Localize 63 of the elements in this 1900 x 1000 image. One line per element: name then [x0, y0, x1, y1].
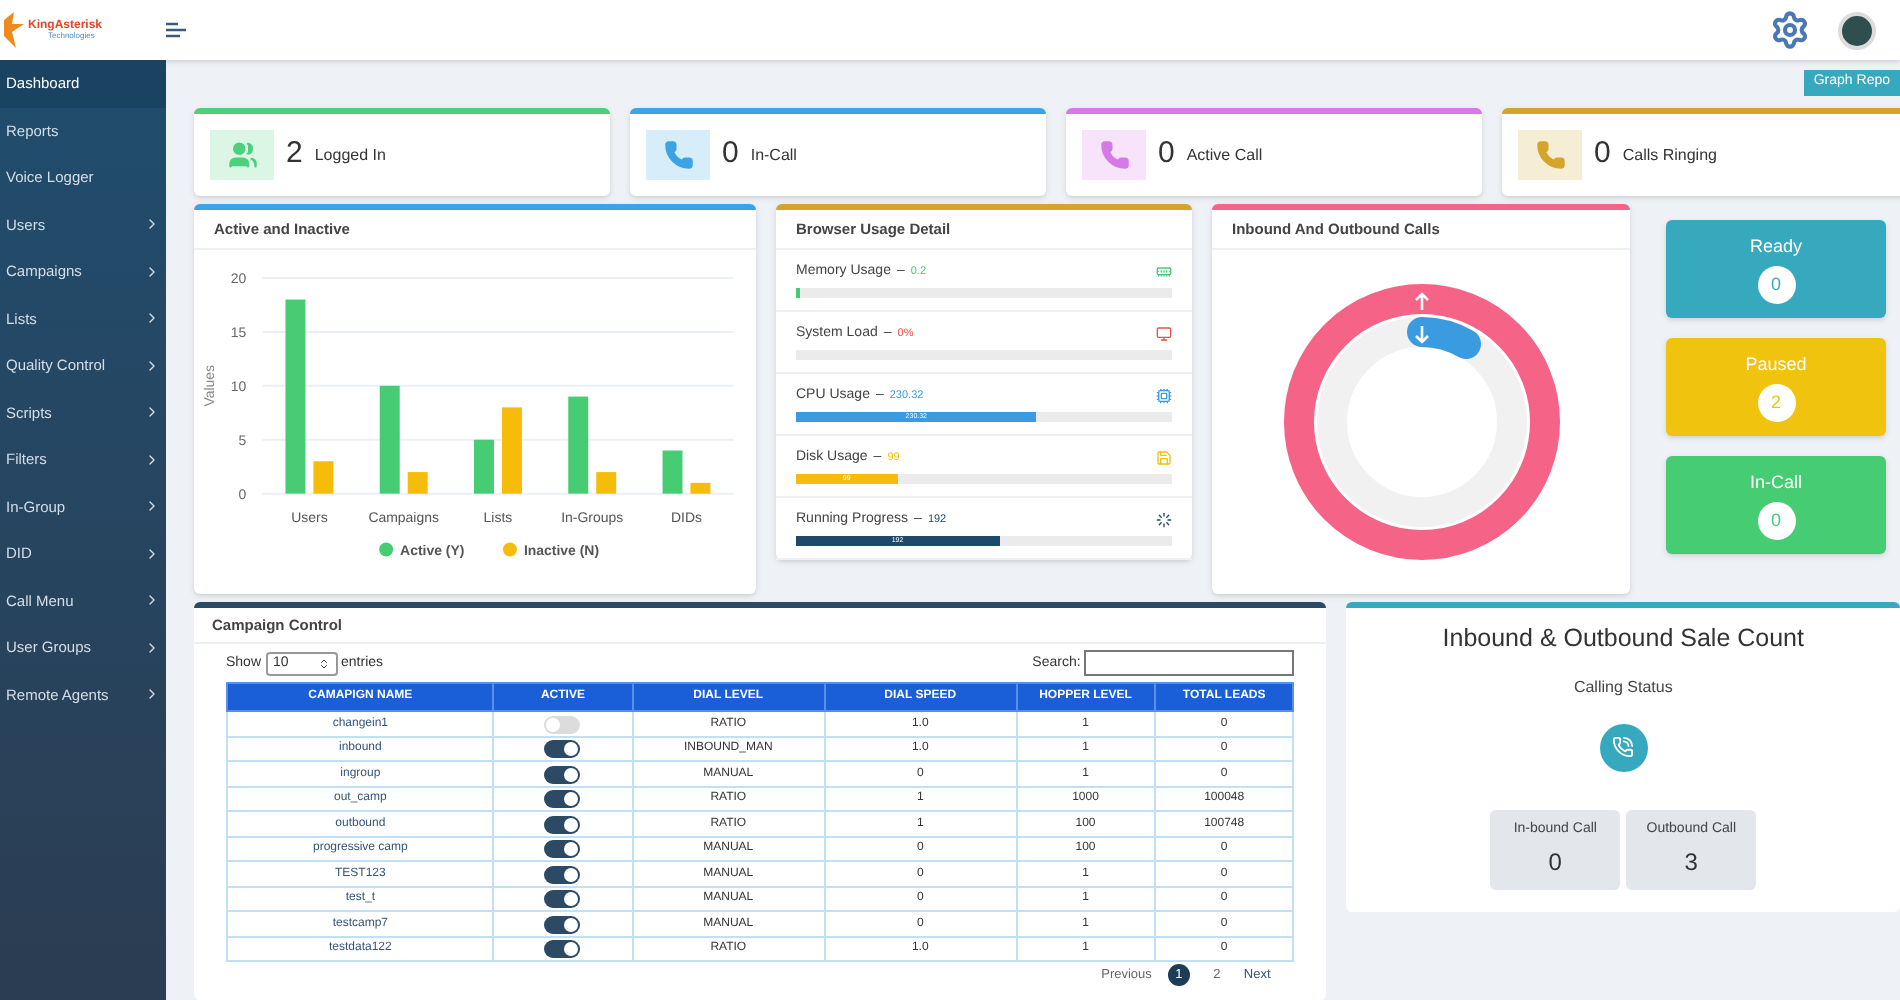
- avatar[interactable]: [1838, 11, 1876, 49]
- menu-icon[interactable]: [166, 22, 186, 38]
- chevron-right-icon: [144, 357, 160, 374]
- chevron-right-icon: [144, 639, 160, 656]
- toggle-switch[interactable]: [544, 815, 581, 833]
- bar: [501, 407, 522, 495]
- status-count: 0: [1757, 266, 1795, 305]
- toggle-switch[interactable]: [544, 840, 581, 858]
- bar: [568, 397, 589, 495]
- count-value: 3: [1684, 846, 1698, 880]
- status-count: 0: [1757, 502, 1795, 541]
- phone-icon: [1099, 140, 1129, 170]
- stat-count: 0: [1158, 134, 1175, 175]
- bar: [379, 386, 400, 495]
- status-label: Ready: [1749, 233, 1802, 260]
- chevron-right-icon: [144, 263, 160, 280]
- status-count: 2: [1757, 384, 1795, 423]
- stat-count: 0: [722, 134, 739, 175]
- toggle-switch[interactable]: [544, 940, 581, 958]
- bar: [407, 472, 428, 495]
- chevron-right-icon: [144, 686, 160, 703]
- bar: [690, 483, 711, 495]
- chevron-right-icon: [144, 545, 160, 562]
- bar: [313, 461, 334, 495]
- count-value: 0: [1548, 846, 1562, 880]
- bar: [596, 472, 617, 495]
- users-icon: [227, 140, 257, 170]
- stat-count: 2: [286, 134, 303, 175]
- logo-star-icon: [4, 12, 24, 48]
- toggle-switch[interactable]: [544, 765, 581, 783]
- chevron-right-icon: [144, 404, 160, 421]
- card-subtitle: Calling Status: [1573, 675, 1673, 700]
- stat-label: Calls Ringing: [1622, 143, 1717, 167]
- toggle-switch[interactable]: [544, 740, 581, 758]
- chevron-right-icon: [144, 592, 160, 609]
- settings-icon[interactable]: [1770, 10, 1810, 50]
- toggle-switch[interactable]: [544, 915, 581, 933]
- status-label: Paused: [1745, 351, 1807, 378]
- stat-label: In-Call: [750, 143, 797, 167]
- toggle-switch[interactable]: [544, 865, 581, 883]
- stat-label: Active Call: [1186, 143, 1263, 167]
- bar: [474, 440, 494, 495]
- chevron-right-icon: [144, 451, 160, 468]
- search-field[interactable]: [1084, 650, 1295, 677]
- phone-icon: [663, 140, 693, 170]
- memory-icon: [1156, 264, 1172, 281]
- monitor-icon: [1156, 326, 1172, 343]
- status-label: In-Call: [1749, 469, 1802, 496]
- toggle-switch[interactable]: [544, 715, 581, 733]
- cpu-icon: [1156, 388, 1172, 405]
- save-icon: [1156, 450, 1172, 467]
- phone-call-icon: [1612, 736, 1635, 759]
- loader-icon: [1156, 512, 1172, 529]
- chevron-right-icon: [144, 216, 160, 233]
- stat-label: Logged In: [314, 143, 386, 167]
- chevron-right-icon: [144, 498, 160, 515]
- toggle-switch[interactable]: [544, 790, 581, 808]
- card-title: Inbound & Outbound Sale Count: [1442, 622, 1804, 656]
- toggle-switch[interactable]: [544, 890, 581, 908]
- stat-count: 0: [1594, 134, 1611, 175]
- bar: [662, 451, 683, 495]
- phone-icon: [1535, 140, 1565, 170]
- chevron-right-icon: [144, 310, 160, 327]
